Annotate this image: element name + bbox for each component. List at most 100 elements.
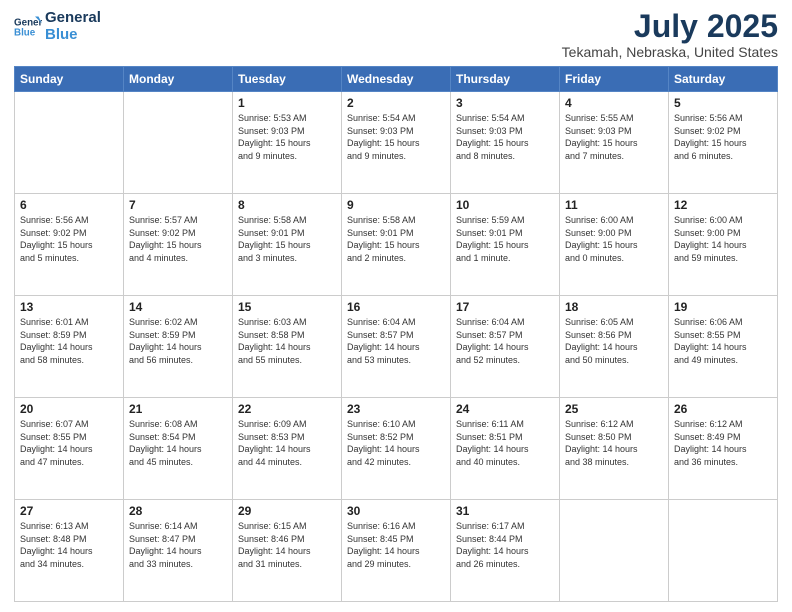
day-number: 7	[129, 198, 227, 212]
day-info: Sunrise: 6:02 AM Sunset: 8:59 PM Dayligh…	[129, 316, 227, 366]
calendar-day-cell	[124, 92, 233, 194]
calendar-day-cell: 25 Sunrise: 6:12 AM Sunset: 8:50 PM Dayli…	[560, 398, 669, 500]
day-number: 9	[347, 198, 445, 212]
calendar-day-cell: 22 Sunrise: 6:09 AM Sunset: 8:53 PM Dayli…	[233, 398, 342, 500]
day-info: Sunrise: 6:00 AM Sunset: 9:00 PM Dayligh…	[565, 214, 663, 264]
day-info: Sunrise: 5:53 AM Sunset: 9:03 PM Dayligh…	[238, 112, 336, 162]
day-info: Sunrise: 5:59 AM Sunset: 9:01 PM Dayligh…	[456, 214, 554, 264]
header: General Blue General Blue July 2025 Teka…	[14, 10, 778, 60]
day-number: 5	[674, 96, 772, 110]
day-number: 25	[565, 402, 663, 416]
month-title: July 2025	[562, 10, 778, 42]
calendar-day-cell: 7 Sunrise: 5:57 AM Sunset: 9:02 PM Daylig…	[124, 194, 233, 296]
calendar-day-cell: 27 Sunrise: 6:13 AM Sunset: 8:48 PM Dayli…	[15, 500, 124, 602]
location: Tekamah, Nebraska, United States	[562, 44, 778, 60]
day-number: 27	[20, 504, 118, 518]
calendar-day-cell: 26 Sunrise: 6:12 AM Sunset: 8:49 PM Dayli…	[669, 398, 778, 500]
day-info: Sunrise: 6:09 AM Sunset: 8:53 PM Dayligh…	[238, 418, 336, 468]
day-number: 19	[674, 300, 772, 314]
day-info: Sunrise: 6:12 AM Sunset: 8:49 PM Dayligh…	[674, 418, 772, 468]
day-info: Sunrise: 6:17 AM Sunset: 8:44 PM Dayligh…	[456, 520, 554, 570]
day-of-week-header: Tuesday	[233, 67, 342, 92]
day-number: 11	[565, 198, 663, 212]
day-info: Sunrise: 5:57 AM Sunset: 9:02 PM Dayligh…	[129, 214, 227, 264]
calendar-week-row: 13Sunrise: 6:01 AM Sunset: 8:59 PM Dayli…	[15, 296, 778, 398]
calendar-week-row: 20 Sunrise: 6:07 AM Sunset: 8:55 PM Dayli…	[15, 398, 778, 500]
calendar-day-cell: 14 Sunrise: 6:02 AM Sunset: 8:59 PM Dayli…	[124, 296, 233, 398]
day-info: Sunrise: 6:05 AM Sunset: 8:56 PM Dayligh…	[565, 316, 663, 366]
day-info: Sunrise: 6:04 AM Sunset: 8:57 PM Dayligh…	[456, 316, 554, 366]
calendar-day-cell: 6 Sunrise: 5:56 AM Sunset: 9:02 PM Daylig…	[15, 194, 124, 296]
day-number: 8	[238, 198, 336, 212]
calendar-day-cell: 3Sunrise: 5:54 AM Sunset: 9:03 PM Daylig…	[451, 92, 560, 194]
calendar-day-cell: 1 Sunrise: 5:53 AM Sunset: 9:03 PM Daylig…	[233, 92, 342, 194]
day-number: 22	[238, 402, 336, 416]
day-number: 1	[238, 96, 336, 110]
day-number: 10	[456, 198, 554, 212]
title-section: July 2025 Tekamah, Nebraska, United Stat…	[562, 10, 778, 60]
calendar-day-cell: 20 Sunrise: 6:07 AM Sunset: 8:55 PM Dayli…	[15, 398, 124, 500]
calendar-day-cell: 28 Sunrise: 6:14 AM Sunset: 8:47 PM Dayli…	[124, 500, 233, 602]
day-number: 3	[456, 96, 554, 110]
calendar-day-cell: 16Sunrise: 6:04 AM Sunset: 8:57 PM Dayli…	[342, 296, 451, 398]
day-info: Sunrise: 6:14 AM Sunset: 8:47 PM Dayligh…	[129, 520, 227, 570]
calendar-day-cell: 2Sunrise: 5:54 AM Sunset: 9:03 PM Daylig…	[342, 92, 451, 194]
calendar-day-cell: 21 Sunrise: 6:08 AM Sunset: 8:54 PM Dayli…	[124, 398, 233, 500]
calendar-day-cell: 29Sunrise: 6:15 AM Sunset: 8:46 PM Dayli…	[233, 500, 342, 602]
day-info: Sunrise: 6:15 AM Sunset: 8:46 PM Dayligh…	[238, 520, 336, 570]
day-info: Sunrise: 5:55 AM Sunset: 9:03 PM Dayligh…	[565, 112, 663, 162]
logo-text: General Blue	[45, 10, 101, 43]
day-of-week-header: Monday	[124, 67, 233, 92]
day-info: Sunrise: 6:03 AM Sunset: 8:58 PM Dayligh…	[238, 316, 336, 366]
day-info: Sunrise: 5:56 AM Sunset: 9:02 PM Dayligh…	[20, 214, 118, 264]
day-number: 2	[347, 96, 445, 110]
logo: General Blue General Blue	[14, 10, 101, 43]
day-info: Sunrise: 6:07 AM Sunset: 8:55 PM Dayligh…	[20, 418, 118, 468]
day-info: Sunrise: 6:13 AM Sunset: 8:48 PM Dayligh…	[20, 520, 118, 570]
calendar-week-row: 6 Sunrise: 5:56 AM Sunset: 9:02 PM Daylig…	[15, 194, 778, 296]
calendar-day-cell: 11 Sunrise: 6:00 AM Sunset: 9:00 PM Dayli…	[560, 194, 669, 296]
day-info: Sunrise: 6:04 AM Sunset: 8:57 PM Dayligh…	[347, 316, 445, 366]
calendar-day-cell	[669, 500, 778, 602]
day-info: Sunrise: 6:00 AM Sunset: 9:00 PM Dayligh…	[674, 214, 772, 264]
calendar-day-cell	[15, 92, 124, 194]
day-number: 6	[20, 198, 118, 212]
day-number: 26	[674, 402, 772, 416]
calendar-day-cell: 13Sunrise: 6:01 AM Sunset: 8:59 PM Dayli…	[15, 296, 124, 398]
day-number: 20	[20, 402, 118, 416]
calendar-day-cell: 12Sunrise: 6:00 AM Sunset: 9:00 PM Dayli…	[669, 194, 778, 296]
day-of-week-header: Friday	[560, 67, 669, 92]
calendar-day-cell: 8 Sunrise: 5:58 AM Sunset: 9:01 PM Daylig…	[233, 194, 342, 296]
day-info: Sunrise: 5:58 AM Sunset: 9:01 PM Dayligh…	[238, 214, 336, 264]
calendar-day-cell: 5 Sunrise: 5:56 AM Sunset: 9:02 PM Daylig…	[669, 92, 778, 194]
day-number: 15	[238, 300, 336, 314]
day-number: 30	[347, 504, 445, 518]
calendar-day-cell: 24Sunrise: 6:11 AM Sunset: 8:51 PM Dayli…	[451, 398, 560, 500]
day-number: 31	[456, 504, 554, 518]
day-info: Sunrise: 6:12 AM Sunset: 8:50 PM Dayligh…	[565, 418, 663, 468]
calendar-day-cell: 15 Sunrise: 6:03 AM Sunset: 8:58 PM Dayli…	[233, 296, 342, 398]
calendar-day-cell: 30Sunrise: 6:16 AM Sunset: 8:45 PM Dayli…	[342, 500, 451, 602]
day-number: 14	[129, 300, 227, 314]
calendar-day-cell: 9Sunrise: 5:58 AM Sunset: 9:01 PM Daylig…	[342, 194, 451, 296]
day-number: 18	[565, 300, 663, 314]
day-number: 21	[129, 402, 227, 416]
day-number: 23	[347, 402, 445, 416]
page: General Blue General Blue July 2025 Teka…	[0, 0, 792, 612]
calendar-day-cell: 31 Sunrise: 6:17 AM Sunset: 8:44 PM Dayli…	[451, 500, 560, 602]
day-number: 4	[565, 96, 663, 110]
day-info: Sunrise: 6:10 AM Sunset: 8:52 PM Dayligh…	[347, 418, 445, 468]
calendar-day-cell: 17Sunrise: 6:04 AM Sunset: 8:57 PM Dayli…	[451, 296, 560, 398]
svg-text:Blue: Blue	[14, 27, 36, 38]
day-info: Sunrise: 6:06 AM Sunset: 8:55 PM Dayligh…	[674, 316, 772, 366]
day-number: 28	[129, 504, 227, 518]
day-info: Sunrise: 6:08 AM Sunset: 8:54 PM Dayligh…	[129, 418, 227, 468]
calendar-day-cell: 4 Sunrise: 5:55 AM Sunset: 9:03 PM Daylig…	[560, 92, 669, 194]
day-of-week-header: Thursday	[451, 67, 560, 92]
logo-icon: General Blue	[14, 13, 42, 41]
day-info: Sunrise: 6:11 AM Sunset: 8:51 PM Dayligh…	[456, 418, 554, 468]
calendar-day-cell: 23 Sunrise: 6:10 AM Sunset: 8:52 PM Dayli…	[342, 398, 451, 500]
day-of-week-header: Wednesday	[342, 67, 451, 92]
day-info: Sunrise: 5:56 AM Sunset: 9:02 PM Dayligh…	[674, 112, 772, 162]
calendar-day-cell: 19 Sunrise: 6:06 AM Sunset: 8:55 PM Dayli…	[669, 296, 778, 398]
